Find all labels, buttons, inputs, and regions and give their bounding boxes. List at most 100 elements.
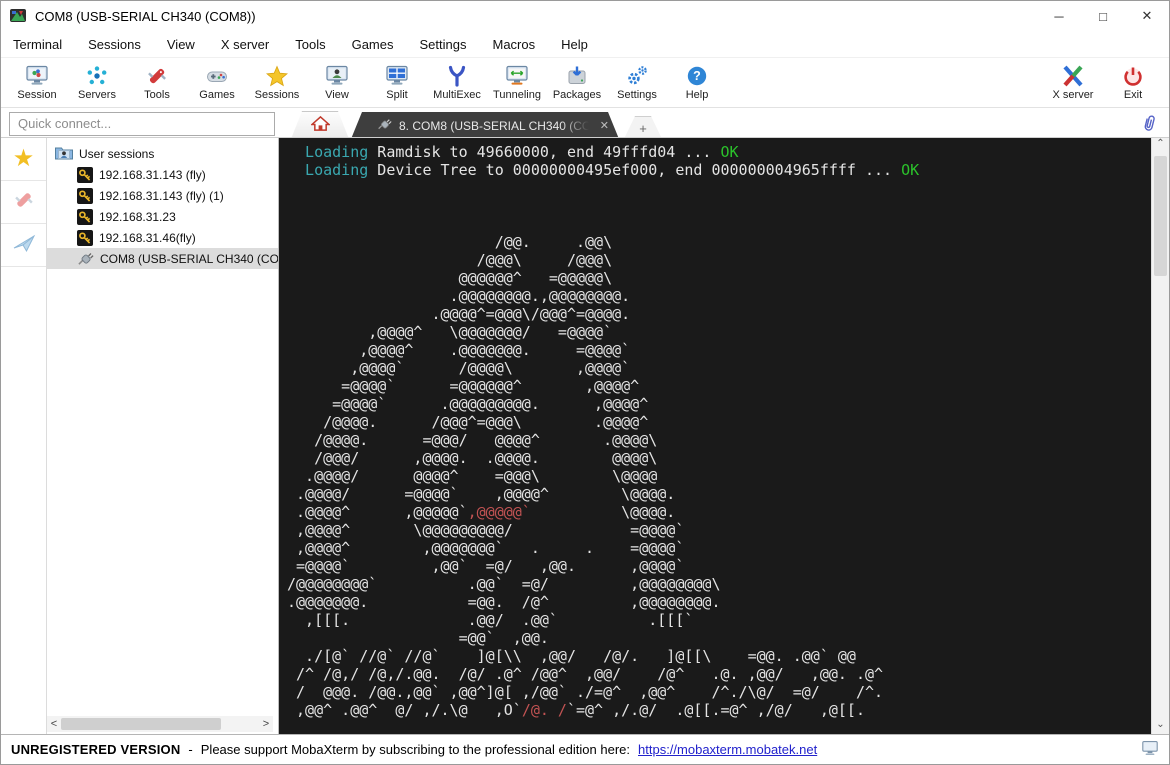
toolbar-button-label: Sessions bbox=[254, 88, 300, 101]
menu-item-tools[interactable]: Tools bbox=[295, 37, 325, 52]
terminal-line: =@@` ,@@. bbox=[287, 629, 549, 647]
toolbar-button-packages[interactable]: Packages bbox=[547, 58, 607, 107]
status-bar: UNREGISTERED VERSION - Please support Mo… bbox=[1, 734, 1169, 764]
tree-item-192-168-31-23[interactable]: 192.168.31.23 bbox=[47, 206, 278, 227]
terminal-line: =@@@@` =@@@@@@^ ,@@@@^ bbox=[287, 377, 640, 395]
toolbar-button-view[interactable]: View bbox=[307, 58, 367, 107]
tree-root-user-sessions[interactable]: User sessions bbox=[47, 143, 278, 164]
settings-gears-icon bbox=[625, 65, 649, 88]
scroll-right-arrow[interactable]: > bbox=[259, 718, 273, 730]
toolbar-button-settings[interactable]: Settings bbox=[607, 58, 667, 107]
split-monitor-icon bbox=[385, 65, 409, 88]
tree-item-com8-usb-serial-ch340-com8[interactable]: COM8 (USB-SERIAL CH340 (COM8 bbox=[47, 248, 278, 269]
terminal-line: .@@@@^ ,@@@@@`,@@@@@` \@@@@. bbox=[287, 503, 676, 521]
app-logo-icon bbox=[9, 8, 27, 24]
toolbar: Session Servers Tools Games Sessions Vie… bbox=[1, 57, 1169, 108]
tree-item-label: 192.168.31.46(fly) bbox=[99, 230, 196, 245]
connect-and-tabs-row: 8. COM8 (USB-SERIAL CH340 (COM ✕ + bbox=[1, 108, 1169, 139]
toolbar-button-tools[interactable]: Tools bbox=[127, 58, 187, 107]
terminal-line: ,@@@@^ \@@@@@@@/ =@@@@` bbox=[287, 323, 613, 341]
menu-item-help[interactable]: Help bbox=[561, 37, 588, 52]
terminal-line: /@@. .@@\ bbox=[287, 233, 613, 251]
exit-power-icon bbox=[1121, 65, 1145, 88]
menu-item-x-server[interactable]: X server bbox=[221, 37, 269, 52]
tree-item-label: COM8 (USB-SERIAL CH340 (COM8 bbox=[100, 251, 278, 266]
scroll-up-arrow[interactable]: ⌃ bbox=[1152, 138, 1169, 154]
sidebar-tab-tools[interactable] bbox=[1, 181, 46, 224]
terminal-line: ,@@@@^ .@@@@@@@. =@@@@` bbox=[287, 341, 631, 359]
terminal-line: /^ /@,/ /@,/.@@. /@/ .@^ /@@^ ,@@/ /@^ .… bbox=[287, 665, 884, 683]
toolbar-button-tunneling[interactable]: Tunneling bbox=[487, 58, 547, 107]
tree-root-label: User sessions bbox=[79, 146, 155, 161]
sidebar-horizontal-scrollbar[interactable]: < > bbox=[47, 716, 273, 732]
toolbar-button-multiexec[interactable]: MultiExec bbox=[427, 58, 487, 107]
close-button[interactable]: ✕ bbox=[1125, 1, 1169, 31]
attachments-paperclip-icon[interactable] bbox=[1142, 113, 1157, 138]
toolbar-button-exit[interactable]: Exit bbox=[1103, 58, 1163, 107]
terminal-scroll-thumb[interactable] bbox=[1154, 156, 1167, 276]
tree-item-192-168-31-143-fly-1[interactable]: 192.168.31.143 (fly) (1) bbox=[47, 185, 278, 206]
new-tab-button[interactable]: + bbox=[624, 116, 662, 139]
sidebar-tab-sessions[interactable]: ★ bbox=[1, 138, 46, 181]
session-monitor-icon bbox=[25, 65, 49, 88]
terminal-line: .@@@@@@@@.,@@@@@@@@. bbox=[287, 287, 631, 305]
sidebar-tab-macros[interactable] bbox=[1, 224, 46, 267]
terminal-line: /@@@/ ,@@@@. .@@@@. @@@@\ bbox=[287, 449, 658, 467]
status-monitor-icon[interactable] bbox=[1141, 740, 1159, 759]
toolbar-button-label: Split bbox=[386, 88, 408, 101]
toolbar-button-split[interactable]: Split bbox=[367, 58, 427, 107]
menu-item-sessions[interactable]: Sessions bbox=[88, 37, 141, 52]
terminal-line: Loading Ramdisk to 49660000, end 49fffd0… bbox=[287, 143, 739, 161]
status-message: Please support MobaXterm by subscribing … bbox=[200, 742, 631, 757]
toolbar-button-label: Packages bbox=[552, 88, 602, 101]
scroll-down-arrow[interactable]: ⌄ bbox=[1152, 719, 1169, 735]
title-bar: COM8 (USB-SERIAL CH340 (COM8)) ─ □ ✕ bbox=[1, 1, 1169, 31]
view-monitor-icon bbox=[325, 65, 349, 88]
maximize-button[interactable]: □ bbox=[1081, 1, 1125, 31]
tree-item-label: 192.168.31.143 (fly) bbox=[99, 167, 206, 182]
toolbar-button-servers[interactable]: Servers bbox=[67, 58, 127, 107]
mobatek-link[interactable]: https://mobaxterm.mobatek.net bbox=[638, 742, 817, 757]
key-icon bbox=[77, 187, 93, 204]
tab-close-icon[interactable]: ✕ bbox=[600, 119, 609, 132]
terminal-line: / @@@. /@@.,@@` ,@@^]@[ ,/@@` ./=@^ ,@@^… bbox=[287, 683, 884, 701]
toolbar-button-games[interactable]: Games bbox=[187, 58, 247, 107]
packages-icon bbox=[565, 65, 589, 88]
terminal-line: /@@@@. /@@@^=@@@\ .@@@@^ bbox=[287, 413, 649, 431]
menu-item-terminal[interactable]: Terminal bbox=[13, 37, 62, 52]
toolbar-button-label: Help bbox=[685, 88, 709, 101]
toolbar-button-label: Exit bbox=[1123, 88, 1143, 101]
scroll-thumb[interactable] bbox=[61, 718, 221, 730]
scroll-left-arrow[interactable]: < bbox=[47, 718, 61, 730]
terminal-line: ./[@` //@` //@` ]@[\\ ,@@/ /@/. ]@[[\ =@… bbox=[287, 647, 856, 665]
toolbar-right-group: X server Exit bbox=[1043, 58, 1163, 107]
toolbar-button-sessions[interactable]: Sessions bbox=[247, 58, 307, 107]
menu-bar: Terminal Sessions View X server Tools Games Se… bbox=[1, 31, 1169, 57]
toolbar-button-x-server[interactable]: X server bbox=[1043, 58, 1103, 107]
sidebar: ★ User sessions 192.168.31.143 (fly) 192… bbox=[1, 138, 279, 735]
menu-item-settings[interactable]: Settings bbox=[420, 37, 467, 52]
menu-item-macros[interactable]: Macros bbox=[492, 37, 535, 52]
menu-item-view[interactable]: View bbox=[167, 37, 195, 52]
terminal-line: ,[[[. .@@/ .@@` .[[[` bbox=[287, 611, 694, 629]
tree-item-192-168-31-143-fly[interactable]: 192.168.31.143 (fly) bbox=[47, 164, 278, 185]
minimize-button[interactable]: ─ bbox=[1037, 1, 1081, 31]
tree-item-192-168-31-46-fly[interactable]: 192.168.31.46(fly) bbox=[47, 227, 278, 248]
terminal-vertical-scrollbar[interactable]: ⌃ ⌄ bbox=[1151, 138, 1169, 735]
user-folder-icon bbox=[55, 145, 73, 163]
toolbar-button-session[interactable]: Session bbox=[7, 58, 67, 107]
terminal-output[interactable]: Loading Ramdisk to 49660000, end 49fffd0… bbox=[279, 138, 1151, 735]
tab-label: 8. COM8 (USB-SERIAL CH340 (COM bbox=[399, 118, 589, 133]
quick-connect-input[interactable] bbox=[9, 111, 275, 136]
menu-item-games[interactable]: Games bbox=[352, 37, 394, 52]
sidebar-icon-strip: ★ bbox=[1, 138, 47, 735]
terminal-line: ,@@^ .@@^ @/ ,/.\@ ,O`/@. /`=@^ ,/.@/ .@… bbox=[287, 701, 865, 719]
terminal-line: .@@@@^=@@@\/@@@^=@@@@. bbox=[287, 305, 631, 323]
home-tab[interactable] bbox=[291, 111, 349, 139]
tab-bar: 8. COM8 (USB-SERIAL CH340 (COM ✕ + bbox=[291, 108, 662, 139]
swiss-knife-icon bbox=[12, 189, 36, 216]
toolbar-button-help[interactable]: ? Help bbox=[667, 58, 727, 107]
help-icon: ? bbox=[685, 65, 709, 88]
toolbar-button-label: Settings bbox=[617, 88, 657, 101]
tab-com8-session[interactable]: 8. COM8 (USB-SERIAL CH340 (COM ✕ bbox=[351, 112, 619, 139]
